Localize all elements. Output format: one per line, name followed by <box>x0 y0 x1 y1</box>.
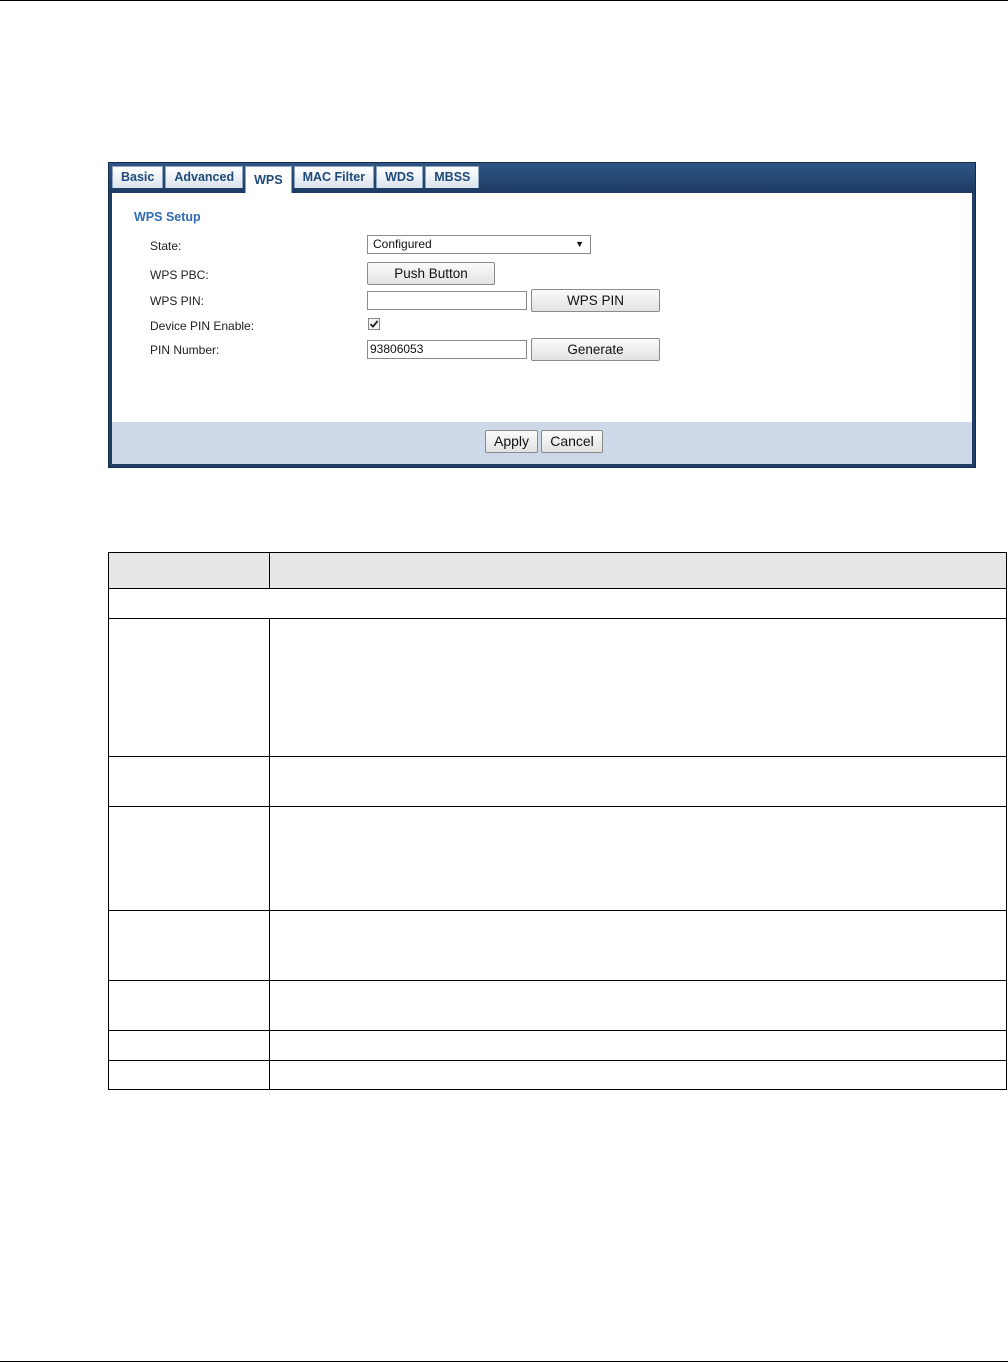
push-button[interactable]: Push Button <box>367 262 495 285</box>
cancel-button[interactable]: Cancel <box>541 430 603 453</box>
table-cell <box>108 618 270 757</box>
table-header-row <box>108 552 1007 589</box>
table-cell <box>108 1030 270 1061</box>
table-cell <box>108 910 270 981</box>
wps-pin-input[interactable] <box>367 291 527 310</box>
tab-wps[interactable]: WPS <box>245 166 292 193</box>
footer-bar: Apply Cancel <box>112 422 972 464</box>
table-row <box>108 1030 1007 1061</box>
wps-setup-title: WPS Setup <box>134 210 201 224</box>
table-row <box>108 756 1007 807</box>
state-select[interactable]: Configured ▼ <box>367 235 591 254</box>
table-cell <box>269 1060 1007 1090</box>
field-description-table <box>108 552 1007 1090</box>
table-cell <box>269 1030 1007 1061</box>
pin-number-field[interactable]: 93806053 <box>367 340 527 359</box>
table-row <box>108 1060 1007 1090</box>
document-page: Basic Advanced WPS MAC Filter WDS MBSS W… <box>0 0 1008 1363</box>
tab-advanced[interactable]: Advanced <box>165 166 244 188</box>
state-label: State: <box>150 239 182 253</box>
table-header-cell <box>269 552 1007 589</box>
table-cell <box>269 756 1007 807</box>
wireless-settings-panel: Basic Advanced WPS MAC Filter WDS MBSS W… <box>108 162 976 468</box>
table-cell <box>108 588 1007 619</box>
table-cell <box>108 806 270 911</box>
table-cell <box>269 806 1007 911</box>
wps-content: WPS Setup State: Configured ▼ WPS PBC: P… <box>112 193 972 422</box>
device-pin-enable-checkbox[interactable] <box>368 318 380 330</box>
wps-pbc-label: WPS PBC: <box>150 268 209 282</box>
tab-mbss[interactable]: MBSS <box>425 166 480 188</box>
table-row <box>108 618 1007 757</box>
table-cell <box>108 980 270 1031</box>
table-row <box>108 806 1007 911</box>
top-rule <box>0 0 1008 1</box>
generate-button[interactable]: Generate <box>531 338 660 361</box>
device-pin-enable-label: Device PIN Enable: <box>150 319 255 333</box>
table-row <box>108 910 1007 981</box>
pin-number-label: PIN Number: <box>150 343 220 357</box>
table-cell <box>269 980 1007 1031</box>
table-cell <box>108 756 270 807</box>
tab-bar: Basic Advanced WPS MAC Filter WDS MBSS <box>109 163 975 193</box>
dropdown-arrow-icon: ▼ <box>575 239 584 249</box>
apply-button[interactable]: Apply <box>485 430 538 453</box>
wps-pin-label: WPS PIN: <box>150 294 205 308</box>
table-cell <box>269 910 1007 981</box>
table-row <box>108 588 1007 619</box>
table-cell <box>269 618 1007 757</box>
tab-list: Basic Advanced WPS MAC Filter WDS MBSS <box>112 166 481 193</box>
tab-mac-filter[interactable]: MAC Filter <box>293 166 375 188</box>
table-header-cell <box>108 552 270 589</box>
bottom-rule <box>0 1361 1008 1362</box>
table-row <box>108 980 1007 1031</box>
tab-basic[interactable]: Basic <box>112 166 164 188</box>
table-cell <box>108 1060 270 1090</box>
wps-pin-button[interactable]: WPS PIN <box>531 289 660 312</box>
state-value: Configured <box>373 237 432 251</box>
tab-wds[interactable]: WDS <box>376 166 424 188</box>
